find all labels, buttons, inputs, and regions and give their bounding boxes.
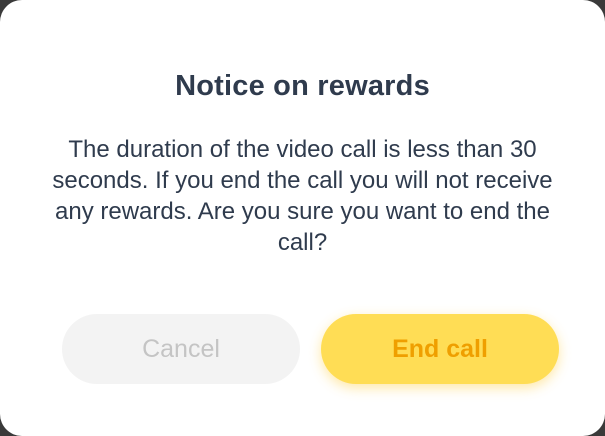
rewards-notice-dialog: Notice on rewards The duration of the vi…	[0, 0, 605, 436]
dialog-message: The duration of the video call is less t…	[52, 136, 553, 256]
dialog-title: Notice on rewards	[175, 70, 430, 102]
cancel-button[interactable]: Cancel	[62, 314, 300, 384]
end-call-button[interactable]: End call	[321, 314, 559, 384]
